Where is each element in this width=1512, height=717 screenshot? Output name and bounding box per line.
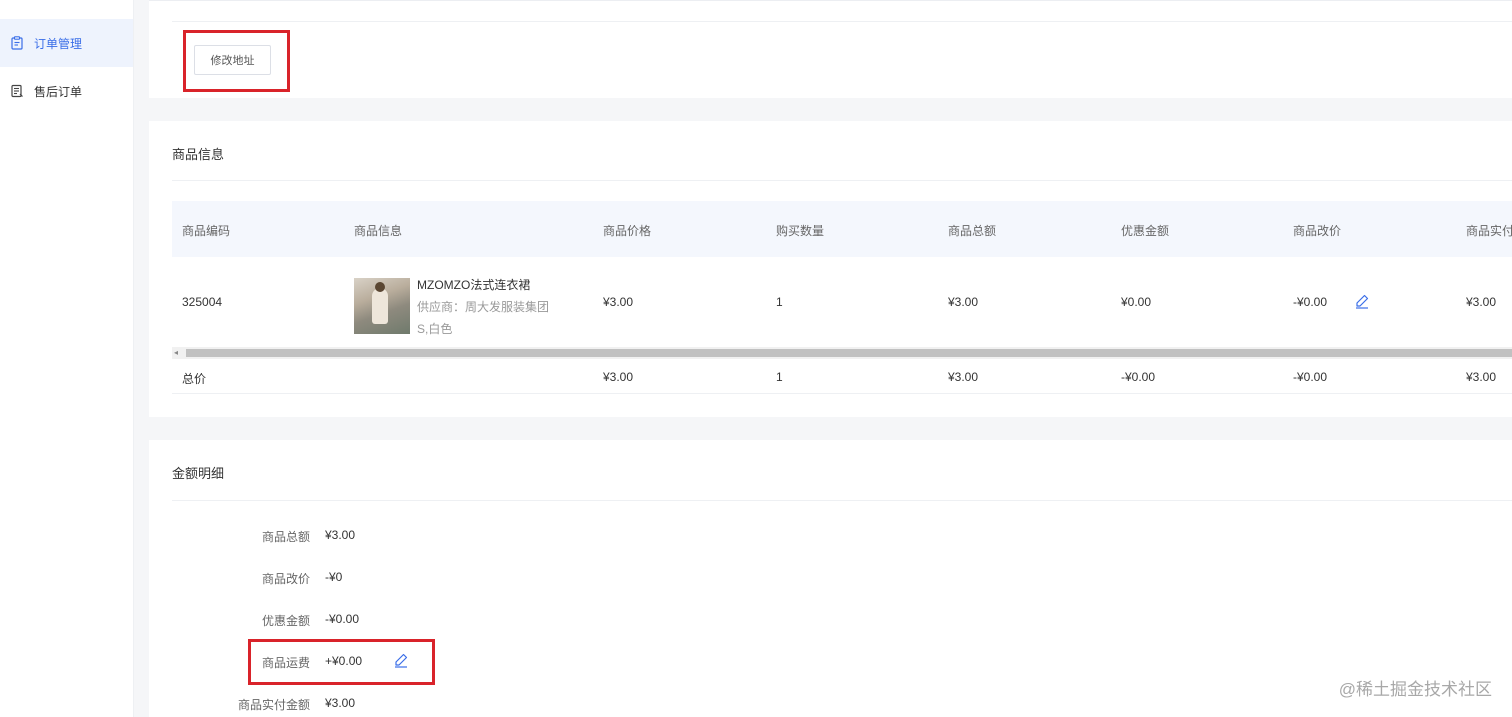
scrollbar-thumb[interactable] — [186, 349, 1512, 357]
footer-discount: -¥0.00 — [1121, 370, 1156, 384]
amount-row-actual-paid: 商品实付金额 ¥3.00 — [149, 696, 649, 716]
product-supplier: 供应商：周大发服装集团 — [417, 300, 550, 314]
goods-section-title: 商品信息 — [172, 147, 225, 162]
amount-value: +¥0.00 — [325, 654, 363, 668]
footer-price: ¥3.00 — [603, 370, 634, 384]
amount-value: ¥3.00 — [325, 528, 356, 542]
column-header-paid: 商品实付 — [1466, 224, 1512, 238]
product-name: MZOMZO法式连衣裙 — [417, 278, 531, 292]
sidebar: 订单管理 售后订单 — [0, 0, 134, 717]
amount-label: 优惠金额 — [261, 614, 310, 628]
product-total: ¥3.00 — [948, 295, 979, 309]
amount-value: -¥0 — [325, 570, 343, 584]
product-paid: ¥3.00 — [1466, 295, 1497, 309]
edit-price-icon[interactable] — [1354, 293, 1370, 309]
column-header-discount: 优惠金额 — [1121, 224, 1170, 238]
table-row: 325004 MZOMZO法式连衣裙 供应商：周大发服装集团 S,白色 ¥3.0… — [172, 257, 1512, 346]
address-card: 修改地址 — [149, 0, 1512, 98]
divider — [172, 21, 1512, 22]
sidebar-item-label: 售后订单 — [34, 84, 83, 99]
column-header-code: 商品编码 — [182, 224, 231, 238]
footer-label-total: 总价 — [182, 372, 207, 386]
watermark-text: @稀土掘金技术社区 — [1338, 680, 1492, 699]
divider — [172, 180, 1512, 181]
product-sku: S,白色 — [417, 322, 453, 336]
product-discount: ¥0.00 — [1121, 295, 1152, 309]
product-price-change: -¥0.00 — [1293, 295, 1328, 309]
scroll-left-arrow-icon[interactable]: ◂ — [174, 349, 182, 357]
amount-section-title: 金额明细 — [172, 466, 225, 481]
amount-label: 商品总额 — [261, 530, 310, 544]
footer-price-change: -¥0.00 — [1293, 370, 1328, 384]
footer-total: ¥3.00 — [948, 370, 979, 384]
product-quantity: 1 — [776, 295, 783, 309]
product-image — [354, 278, 410, 334]
amount-row-price-change: 商品改价 -¥0 — [149, 570, 649, 590]
amount-label: 商品实付金额 — [237, 698, 310, 712]
column-header-price-change: 商品改价 — [1293, 224, 1342, 238]
column-header-price: 商品价格 — [603, 224, 652, 238]
sidebar-item-order-management[interactable]: 订单管理 — [0, 19, 133, 67]
amount-row-shipping: 商品运费 +¥0.00 — [149, 652, 649, 674]
product-code: 325004 — [182, 295, 223, 309]
document-icon — [10, 84, 24, 98]
edit-shipping-icon[interactable] — [393, 652, 409, 668]
amount-detail-card: 金额明细 商品总额 ¥3.00 商品改价 -¥0 优惠金额 -¥0.00 商品运… — [149, 440, 1512, 717]
footer-quantity: 1 — [776, 370, 783, 384]
modify-address-button[interactable]: 修改地址 — [194, 45, 271, 75]
sidebar-item-after-sales-orders[interactable]: 售后订单 — [0, 67, 133, 115]
sidebar-item-label: 订单管理 — [34, 36, 83, 51]
amount-value: ¥3.00 — [325, 696, 356, 710]
goods-table-footer: 总价 ¥3.00 1 ¥3.00 -¥0.00 -¥0.00 ¥3.00 — [172, 359, 1512, 394]
column-header-quantity: 购买数量 — [776, 224, 825, 238]
divider — [172, 500, 1512, 501]
amount-label: 商品运费 — [261, 656, 310, 670]
column-header-total: 商品总额 — [948, 224, 997, 238]
goods-table-header: 商品编码 商品信息 商品价格 购买数量 商品总额 优惠金额 商品改价 商品实付 — [172, 201, 1512, 257]
amount-row-goods-total: 商品总额 ¥3.00 — [149, 528, 649, 548]
footer-paid: ¥3.00 — [1466, 370, 1497, 384]
clipboard-icon — [10, 36, 24, 50]
column-header-info: 商品信息 — [354, 224, 403, 238]
table-horizontal-scrollbar[interactable]: ◂ — [172, 347, 1512, 359]
amount-row-discount: 优惠金额 -¥0.00 — [149, 612, 649, 632]
product-price: ¥3.00 — [603, 295, 634, 309]
amount-label: 商品改价 — [261, 572, 310, 586]
amount-value: -¥0.00 — [325, 612, 360, 626]
goods-info-card: 商品信息 商品编码 商品信息 商品价格 购买数量 商品总额 优惠金额 商品改价 … — [149, 121, 1512, 417]
